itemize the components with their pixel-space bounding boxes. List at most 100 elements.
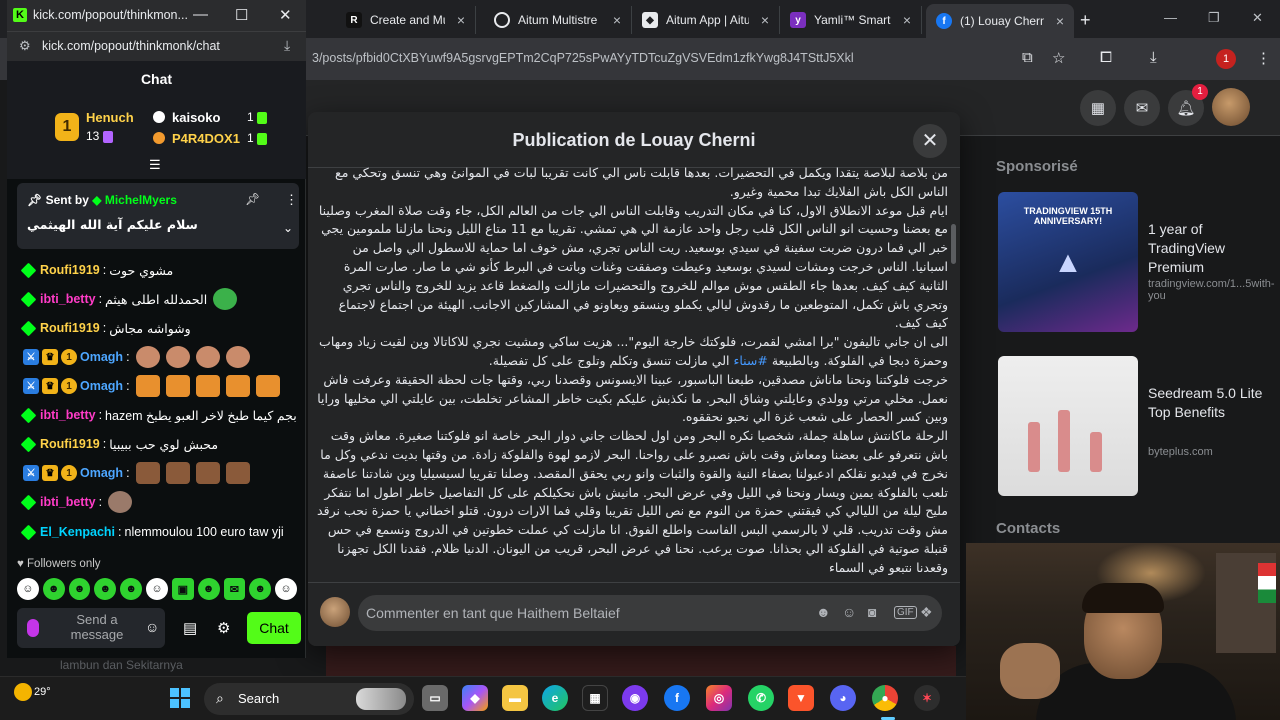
chat-username[interactable]: ibti_betty <box>40 408 96 422</box>
valorant-icon[interactable]: ✶ <box>914 685 940 711</box>
store-icon[interactable]: ▦ <box>582 685 608 711</box>
close-icon[interactable]: × <box>1056 13 1064 29</box>
emote-icon[interactable]: ☻ <box>249 578 272 600</box>
instagram-icon[interactable]: ◎ <box>706 685 732 711</box>
teams-icon[interactable]: ◉ <box>622 685 648 711</box>
emote-icon[interactable]: ☻ <box>197 578 220 600</box>
close-icon[interactable]: × <box>903 12 911 28</box>
gift-store-icon[interactable]: ▤ <box>183 619 197 637</box>
download-icon[interactable]: ⤓ <box>1150 49 1157 66</box>
emoji-picker-icon[interactable]: ☺ <box>145 619 159 635</box>
chat-username[interactable]: Roufi1919 <box>40 437 100 451</box>
post-scrollbar[interactable] <box>951 224 956 264</box>
chat-message[interactable]: ibti_betty: <box>20 491 133 513</box>
install-app-icon[interactable]: ⧉ <box>1022 49 1033 66</box>
sticker-icon[interactable]: ❖ <box>920 604 933 621</box>
chat-username[interactable]: ibti_betty <box>40 495 96 509</box>
microphone-icon[interactable] <box>27 619 39 637</box>
file-explorer-icon[interactable]: ▬ <box>502 685 528 711</box>
chat-username[interactable]: ibti_betty <box>40 292 96 306</box>
start-button[interactable] <box>170 688 190 708</box>
close-icon[interactable]: × <box>613 12 621 28</box>
close-window-icon[interactable]: ✕ <box>279 6 292 24</box>
chat-username[interactable]: Roufi1919 <box>40 321 100 335</box>
tab-aitum-multistream[interactable]: Aitum Multistre × <box>484 6 632 34</box>
chat-message[interactable]: El_Kenpachi: nlemmoulou 100 euro taw yji <box>20 521 284 543</box>
tab-aitum-app[interactable]: ◆ Aitum App | Aitu × <box>632 6 780 34</box>
maximize-icon[interactable]: ☐ <box>235 6 248 24</box>
emote-icon[interactable]: ☻ <box>94 578 117 600</box>
download-icon[interactable]: ⤓ <box>284 37 290 54</box>
minimize-icon[interactable]: — <box>193 6 208 23</box>
emote-icon[interactable]: ☺ <box>146 578 168 600</box>
chat-message[interactable]: ⚔ ♛ 1 Omagh: <box>23 346 250 368</box>
chat-message[interactable]: ⚔ ♛ 1 Omagh: <box>23 375 280 397</box>
microsoft-365-icon[interactable]: ◆ <box>462 685 488 711</box>
emote-icon[interactable]: ☻ <box>42 578 65 600</box>
more-menu-icon[interactable]: ⋮ <box>1256 49 1271 67</box>
account-avatar[interactable] <box>1212 88 1250 126</box>
messenger-icon[interactable]: ✉ <box>1124 90 1160 126</box>
facebook-icon[interactable]: f <box>664 685 690 711</box>
settings-gear-icon[interactable]: ⚙ <box>217 619 230 637</box>
chat-message[interactable]: ibti_betty: hazem بجم كيما طبخ لاخر العب… <box>20 404 297 426</box>
menu-grid-icon[interactable]: ▦ <box>1080 90 1116 126</box>
brave-icon[interactable]: ▼ <box>788 685 814 711</box>
pin-icon[interactable]: 📌︎ <box>245 192 260 206</box>
restore-icon[interactable]: ❐ <box>1208 10 1220 26</box>
emote-icon[interactable]: ☺ <box>275 578 297 600</box>
tab-facebook[interactable]: f (1) Louay Cherni × <box>926 4 1074 38</box>
chat-message[interactable]: ⚔ ♛ 1 Omagh: <box>23 462 250 484</box>
bookmark-star-icon[interactable]: ☆ <box>1052 49 1065 67</box>
edge-icon[interactable]: e <box>542 685 568 711</box>
whatsapp-icon[interactable]: ✆ <box>748 685 774 711</box>
chat-username[interactable]: Omagh <box>80 466 123 480</box>
close-icon[interactable]: × <box>761 12 769 28</box>
close-window-icon[interactable]: ✕ <box>1252 10 1263 26</box>
kick-url[interactable]: kick.com/popout/thinkmonk/chat <box>42 39 220 53</box>
task-view-icon[interactable]: ▭ <box>422 685 448 711</box>
site-settings-icon[interactable]: ⚙ <box>19 38 31 54</box>
chat-username[interactable]: El_Kenpachi <box>40 525 115 539</box>
chrome-icon[interactable]: ● <box>872 685 898 711</box>
pinned-user[interactable]: MichelMyers <box>105 193 177 207</box>
chat-username[interactable]: Omagh <box>80 350 123 364</box>
extensions-icon[interactable]: ⧠ <box>1100 49 1112 66</box>
tab-yamli[interactable]: y Yamli™ Smart A × <box>780 6 922 34</box>
chat-message[interactable]: Roufi1919: محبش لوي حب ببيبيا <box>20 433 218 455</box>
comment-input[interactable]: Commenter en tant que Haithem Beltaief ☻… <box>358 595 942 631</box>
ad-image-tradingview[interactable]: TRADINGVIEW 15TH ANNIVERSARY! ▲ <box>998 192 1138 332</box>
leader-name[interactable]: Henuch <box>86 110 134 125</box>
camera-icon[interactable]: ◙ <box>868 604 876 620</box>
avatar-sticker-icon[interactable]: ☻ <box>816 604 831 620</box>
chat-message[interactable]: ibti_betty: الحمدلله اطلى هيثم <box>20 288 238 310</box>
minimize-icon[interactable]: — <box>1164 10 1177 25</box>
taskbar-search[interactable]: ⌕ Search <box>204 683 414 715</box>
emote-icon[interactable]: ☻ <box>68 578 91 600</box>
address-bar[interactable]: 3/posts/pfbid0CtXBYuwf9A5gsrvgEPTm2CqP72… <box>312 51 854 65</box>
chevron-down-icon[interactable]: ⌄ <box>283 221 293 235</box>
close-modal-icon[interactable]: ✕ <box>913 124 947 158</box>
send-chat-button[interactable]: Chat <box>247 612 301 644</box>
emote-icon[interactable]: ✉ <box>223 578 246 600</box>
chat-username[interactable]: Omagh <box>80 379 123 393</box>
gif-icon[interactable]: GIF <box>894 606 917 619</box>
chat-username[interactable]: Roufi1919 <box>40 263 100 277</box>
emote-icon[interactable]: ☺ <box>17 578 39 600</box>
close-icon[interactable]: × <box>457 12 465 28</box>
ad-title[interactable]: 1 year of TradingView Premium <box>1148 220 1278 277</box>
emote-icon[interactable]: ▣ <box>171 578 194 600</box>
more-options-icon[interactable]: ⋮ <box>285 192 298 208</box>
ad-image-seedream[interactable] <box>998 356 1138 496</box>
message-input[interactable]: Send a message ☺ <box>17 608 165 648</box>
profile-notification-badge[interactable]: 1 <box>1216 49 1236 69</box>
leader-name[interactable]: kaisoko <box>172 110 220 125</box>
weather-widget[interactable]: 29° <box>14 683 51 701</box>
emoji-icon[interactable]: ☺ <box>842 604 856 620</box>
hashtag-link[interactable]: #سناء <box>733 353 767 368</box>
discord-icon[interactable]: ◕ <box>830 685 856 711</box>
emote-icon[interactable]: ☻ <box>120 578 143 600</box>
chat-message[interactable]: Roufi1919: وشواشه مجاش <box>20 317 191 339</box>
leader-name[interactable]: P4R4DOX1 <box>172 131 240 146</box>
chat-message[interactable]: Roufi1919: مشوي حوت <box>20 259 173 281</box>
